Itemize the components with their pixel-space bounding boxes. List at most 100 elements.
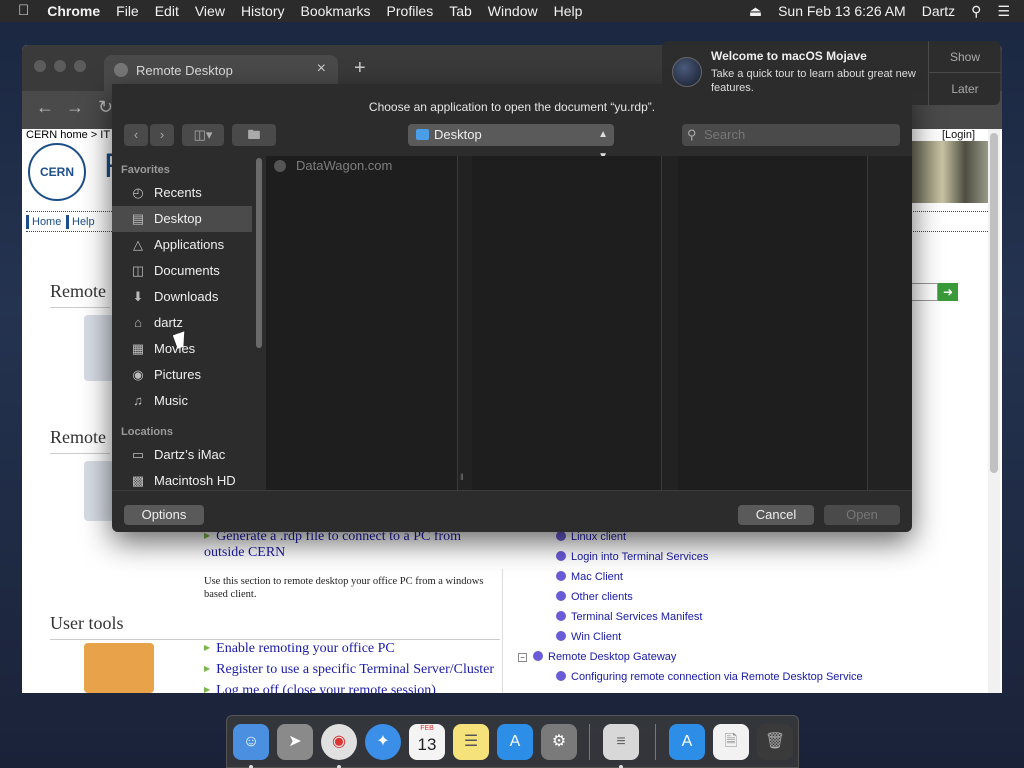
columns-icon: ◫▾ xyxy=(193,127,213,142)
dock-separator xyxy=(655,724,656,760)
tree-item-label: Mac Client xyxy=(571,571,623,583)
locations-heading: Locations xyxy=(121,426,173,438)
sidebar-item-desktop[interactable]: ▤ Desktop xyxy=(112,206,252,232)
help-icon xyxy=(556,671,566,681)
view-mode-button[interactable]: ◫▾ xyxy=(182,124,224,146)
open-with-dialog: Choose an application to open the docume… xyxy=(112,84,912,532)
help-icon xyxy=(556,611,566,621)
close-tab-icon[interactable]: × xyxy=(317,60,326,78)
menu-clock[interactable]: Sun Feb 13 6:26 AM xyxy=(770,0,914,22)
menu-tab[interactable]: Tab xyxy=(441,0,480,22)
system-preferences-icon[interactable]: ⚙ xyxy=(541,724,577,760)
options-button[interactable]: Options xyxy=(124,505,204,525)
file-item-datawagon[interactable]: DataWagon.com xyxy=(274,158,392,173)
mojave-icon xyxy=(672,57,702,87)
menu-edit[interactable]: Edit xyxy=(147,0,187,22)
search-go-icon[interactable]: ➜ xyxy=(938,283,958,301)
menu-profiles[interactable]: Profiles xyxy=(379,0,442,22)
sidebar-item-recents[interactable]: ◴ Recents xyxy=(112,180,252,206)
sidebar-scrollbar[interactable] xyxy=(256,158,262,348)
sidebar-item-downloads[interactable]: ⬇ Downloads xyxy=(112,284,252,310)
menu-view[interactable]: View xyxy=(187,0,233,22)
eject-icon[interactable]: ⏏ xyxy=(741,0,770,22)
menu-user[interactable]: Dartz xyxy=(914,0,963,22)
sidebar-item-macintosh-hd[interactable]: ▩ Macintosh HD xyxy=(112,468,252,490)
tree-item-mac-client[interactable]: Mac Client xyxy=(556,571,623,583)
cern-logo[interactable]: CERN xyxy=(28,143,86,201)
forward-nav-button[interactable]: › xyxy=(150,124,174,146)
chrome-icon[interactable]: ◉ xyxy=(321,724,357,760)
close-window-button[interactable] xyxy=(34,60,46,72)
sidebar-item-pictures[interactable]: ◉ Pictures xyxy=(112,362,252,388)
text-document-icon[interactable]: ≡ xyxy=(603,724,639,760)
sidebar-item-music[interactable]: ♫ Music xyxy=(112,388,252,414)
section-rule xyxy=(50,307,110,308)
new-tab-icon[interactable]: + xyxy=(354,57,366,80)
forward-icon[interactable]: → xyxy=(66,97,84,118)
header-image xyxy=(912,141,988,203)
generate-rdp-link[interactable]: Generate a .rdp file to connect to a PC … xyxy=(204,529,504,561)
mojave-notification[interactable]: Welcome to macOS Mojave Take a quick tou… xyxy=(662,41,1001,105)
tree-item-ts-manifest[interactable]: Terminal Services Manifest xyxy=(556,611,702,623)
menu-bookmarks[interactable]: Bookmarks xyxy=(293,0,379,22)
tree-item-linux-client[interactable]: Linux client xyxy=(556,531,626,543)
new-folder-button[interactable]: 🖿 xyxy=(232,124,276,146)
back-nav-button[interactable]: ‹ xyxy=(124,124,148,146)
safari-icon[interactable]: ✦ xyxy=(365,724,401,760)
back-icon[interactable]: ← xyxy=(36,97,54,118)
menu-file[interactable]: File xyxy=(108,0,147,22)
document-file-icon[interactable]: 🗎 xyxy=(713,724,749,760)
login-link[interactable]: [Login] xyxy=(942,129,975,141)
collapse-icon[interactable]: − xyxy=(518,653,527,662)
menu-history[interactable]: History xyxy=(233,0,293,22)
column-1[interactable]: DataWagon.com xyxy=(266,156,458,490)
tree-item-rd-gateway[interactable]: − Remote Desktop Gateway xyxy=(518,651,676,663)
zoom-window-button[interactable] xyxy=(74,60,86,72)
page-scrollbar-thumb[interactable] xyxy=(990,133,998,473)
dialog-search-field[interactable]: ⚲ Search xyxy=(682,124,900,146)
cancel-button[interactable]: Cancel xyxy=(738,505,814,525)
breadcrumb[interactable]: CERN home > IT xyxy=(26,129,110,141)
nav-home-link[interactable]: Home xyxy=(26,215,64,229)
calendar-icon[interactable]: FEB 13 xyxy=(409,724,445,760)
sidebar-item-label: Recents xyxy=(154,185,202,200)
app-store-icon[interactable]: A xyxy=(497,724,533,760)
finder-icon[interactable]: ☺ xyxy=(233,724,269,760)
computer-illustration xyxy=(84,315,114,381)
sidebar-item-documents[interactable]: ◫ Documents xyxy=(112,258,252,284)
enable-remoting-link[interactable]: Enable remoting your office PC xyxy=(204,641,395,657)
spotlight-search-icon[interactable]: ⚲ xyxy=(963,0,989,22)
location-popup[interactable]: Desktop ▲▼ xyxy=(408,124,614,162)
app-store-downloads-icon[interactable]: A xyxy=(669,724,705,760)
later-button[interactable]: Later xyxy=(929,73,1001,105)
launchpad-icon[interactable]: ➤ xyxy=(277,724,313,760)
tree-item-login-terminal[interactable]: Login into Terminal Services xyxy=(556,551,708,563)
nav-help-link[interactable]: Help xyxy=(66,215,98,229)
column-3[interactable] xyxy=(678,156,868,490)
notes-icon[interactable]: ☰ xyxy=(453,724,489,760)
column-2[interactable] xyxy=(472,156,662,490)
apple-menu-icon[interactable]:  xyxy=(0,0,39,22)
log-off-link[interactable]: Log me off (close your remote session) xyxy=(204,683,436,693)
menu-window[interactable]: Window xyxy=(480,0,546,22)
register-terminal-server-link[interactable]: Register to use a specific Terminal Serv… xyxy=(204,662,494,678)
open-button[interactable]: Open xyxy=(824,505,900,525)
favorites-heading: Favorites xyxy=(121,164,170,176)
sidebar-item-imac[interactable]: ▭ Dartz’s iMac xyxy=(112,442,252,468)
tree-item-other-clients[interactable]: Other clients xyxy=(556,591,633,603)
sidebar-item-applications[interactable]: △ Applications xyxy=(112,232,252,258)
tree-item-configuring-remote[interactable]: Configuring remote connection via Remote… xyxy=(556,671,863,683)
notification-center-icon[interactable]: ☰ xyxy=(989,0,1024,22)
tree-item-win-client[interactable]: Win Client xyxy=(556,631,621,643)
file-item-label: DataWagon.com xyxy=(296,158,393,173)
menu-app-name[interactable]: Chrome xyxy=(39,0,108,22)
section-rule xyxy=(50,639,500,640)
menu-help[interactable]: Help xyxy=(546,0,591,22)
sidebar-item-label: Pictures xyxy=(154,367,201,382)
column-resize-handle[interactable]: ‖ xyxy=(460,472,464,482)
reload-icon[interactable]: ↻ xyxy=(98,97,113,118)
notification-body: Take a quick tour to learn about great n… xyxy=(711,68,916,94)
show-button[interactable]: Show xyxy=(929,41,1001,73)
minimize-window-button[interactable] xyxy=(54,60,66,72)
trash-icon[interactable]: 🗑 xyxy=(757,724,793,760)
